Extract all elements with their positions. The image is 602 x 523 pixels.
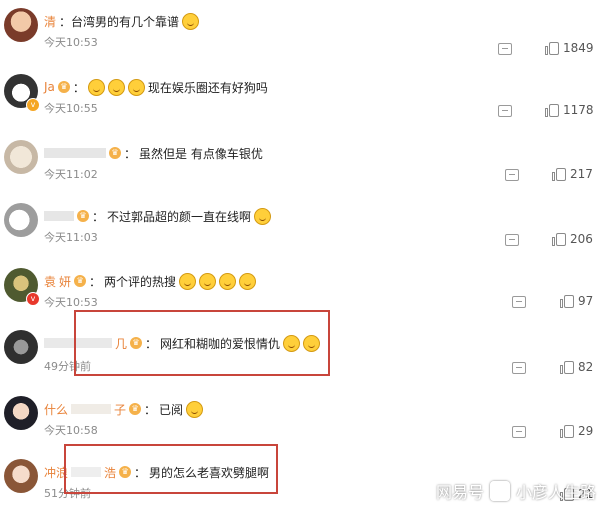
comment-text: ：台湾男的有几个靠谱 bbox=[59, 14, 180, 29]
comment-line: 什么 子 ♛ ： 已阅 bbox=[44, 400, 204, 418]
username[interactable]: Ja bbox=[44, 80, 55, 94]
like-count: 206 bbox=[570, 232, 593, 246]
comment-line: 清 ：台湾男的有几个靠谱 bbox=[44, 12, 200, 30]
watermark-site: 网易号 bbox=[435, 483, 484, 502]
avatar[interactable] bbox=[4, 140, 38, 174]
comment-text: 虽然但是 有点像车银优 bbox=[139, 146, 263, 161]
comment-text: 两个评的热搜 bbox=[104, 274, 177, 289]
comment-line: ♛ ： 虽然但是 有点像车银优 bbox=[44, 144, 263, 162]
comment-text: 现在娱乐圈还有好狗吗 bbox=[147, 80, 268, 95]
emoji-icon bbox=[239, 272, 257, 290]
colon: ： bbox=[72, 80, 85, 95]
watermark: 网易号 小彦人生路 bbox=[436, 479, 596, 503]
like-count: 1849 bbox=[563, 41, 594, 55]
comment-time: 今天10:53 bbox=[44, 296, 98, 309]
thumb-up-icon bbox=[545, 41, 559, 55]
colon: ： bbox=[89, 274, 102, 289]
verified-badge-icon: v bbox=[26, 98, 40, 112]
highlight-box bbox=[74, 310, 330, 376]
comment-time: 今天10:55 bbox=[44, 102, 98, 115]
like-button[interactable]: 82 bbox=[560, 360, 593, 374]
like-button[interactable]: 206 bbox=[552, 232, 593, 246]
colon: ： bbox=[92, 209, 105, 224]
comment-text: 已阅 bbox=[159, 402, 184, 417]
comment-line: Ja ♛ ： 现在娱乐圈还有好狗吗 bbox=[44, 78, 268, 96]
thumb-up-icon bbox=[552, 167, 566, 181]
username[interactable] bbox=[44, 148, 106, 158]
emoji-icon bbox=[179, 272, 197, 290]
watermark-author: 小彦人生路 bbox=[515, 483, 596, 502]
comment-time: 今天11:03 bbox=[44, 231, 98, 244]
emoji-icon bbox=[254, 207, 272, 225]
comment-row: v Ja ♛ ： 现在娱乐圈还有好狗吗 今天10:55 1178 bbox=[0, 74, 602, 138]
level-badge-icon: ♛ bbox=[74, 275, 87, 287]
username[interactable] bbox=[44, 211, 74, 221]
comment-line: ♛ ： 不过郭品超的颜一直在线啊 bbox=[44, 207, 272, 225]
emoji-icon bbox=[182, 12, 200, 30]
comment-row: ♛ ： 不过郭品超的颜一直在线啊 今天11:03 206 bbox=[0, 203, 602, 267]
comment-row: ♛ ： 虽然但是 有点像车银优 今天11:02 217 bbox=[0, 140, 602, 204]
emoji-icon bbox=[199, 272, 217, 290]
comment-text: 不过郭品超的颜一直在线啊 bbox=[107, 209, 252, 224]
username-blurred bbox=[71, 404, 112, 414]
reply-icon[interactable] bbox=[505, 169, 519, 181]
username-part[interactable]: 子 bbox=[114, 401, 126, 418]
colon: ： bbox=[144, 402, 157, 417]
comment-time: 今天11:02 bbox=[44, 168, 98, 181]
username-part[interactable]: 妍 bbox=[59, 273, 71, 290]
like-button[interactable]: 97 bbox=[560, 294, 593, 308]
emoji-icon bbox=[87, 78, 105, 96]
thumb-up-icon bbox=[545, 103, 559, 117]
avatar[interactable] bbox=[4, 459, 38, 493]
emoji-icon bbox=[219, 272, 237, 290]
reply-icon[interactable] bbox=[505, 234, 519, 246]
avatar[interactable] bbox=[4, 330, 38, 364]
like-count: 1178 bbox=[563, 103, 594, 117]
like-button[interactable]: 29 bbox=[560, 424, 593, 438]
avatar[interactable] bbox=[4, 396, 38, 430]
reply-icon[interactable] bbox=[512, 296, 526, 308]
like-button[interactable]: 1178 bbox=[545, 103, 594, 117]
level-badge-icon: ♛ bbox=[129, 403, 142, 415]
reply-icon[interactable] bbox=[498, 43, 512, 55]
comment-line: 袁 妍 ♛ ： 两个评的热搜 bbox=[44, 272, 257, 290]
avatar[interactable] bbox=[4, 203, 38, 237]
emoji-icon bbox=[186, 400, 204, 418]
thumb-up-icon bbox=[560, 360, 574, 374]
comment-time: 今天10:53 bbox=[44, 36, 98, 49]
thumb-up-icon bbox=[552, 232, 566, 246]
username[interactable]: 什么 bbox=[44, 401, 68, 418]
emoji-icon bbox=[127, 78, 145, 96]
like-button[interactable]: 1849 bbox=[545, 41, 594, 55]
username[interactable]: 袁 bbox=[44, 273, 56, 290]
reply-icon[interactable] bbox=[512, 362, 526, 374]
emoji-icon bbox=[107, 78, 125, 96]
reply-icon[interactable] bbox=[512, 426, 526, 438]
like-count: 82 bbox=[578, 360, 594, 374]
comment-time: 今天10:58 bbox=[44, 424, 98, 437]
level-badge-icon: ♛ bbox=[109, 147, 121, 159]
like-count: 217 bbox=[570, 167, 593, 181]
like-count: 29 bbox=[578, 424, 594, 438]
like-count: 97 bbox=[578, 294, 594, 308]
thumb-up-icon bbox=[560, 424, 574, 438]
highlight-box bbox=[64, 444, 278, 494]
like-button[interactable]: 217 bbox=[552, 167, 593, 181]
avatar[interactable] bbox=[4, 8, 38, 42]
netease-logo-icon bbox=[489, 481, 510, 501]
level-badge-icon: ♛ bbox=[57, 81, 70, 93]
level-badge-icon: ♛ bbox=[77, 210, 89, 222]
reply-icon[interactable] bbox=[498, 105, 512, 117]
thumb-up-icon bbox=[560, 294, 574, 308]
comment-row: 清 ：台湾男的有几个靠谱 今天10:53 1849 bbox=[0, 8, 602, 72]
colon: ： bbox=[124, 146, 137, 161]
verified-badge-icon: v bbox=[26, 292, 40, 306]
username[interactable]: 清 bbox=[44, 13, 56, 30]
